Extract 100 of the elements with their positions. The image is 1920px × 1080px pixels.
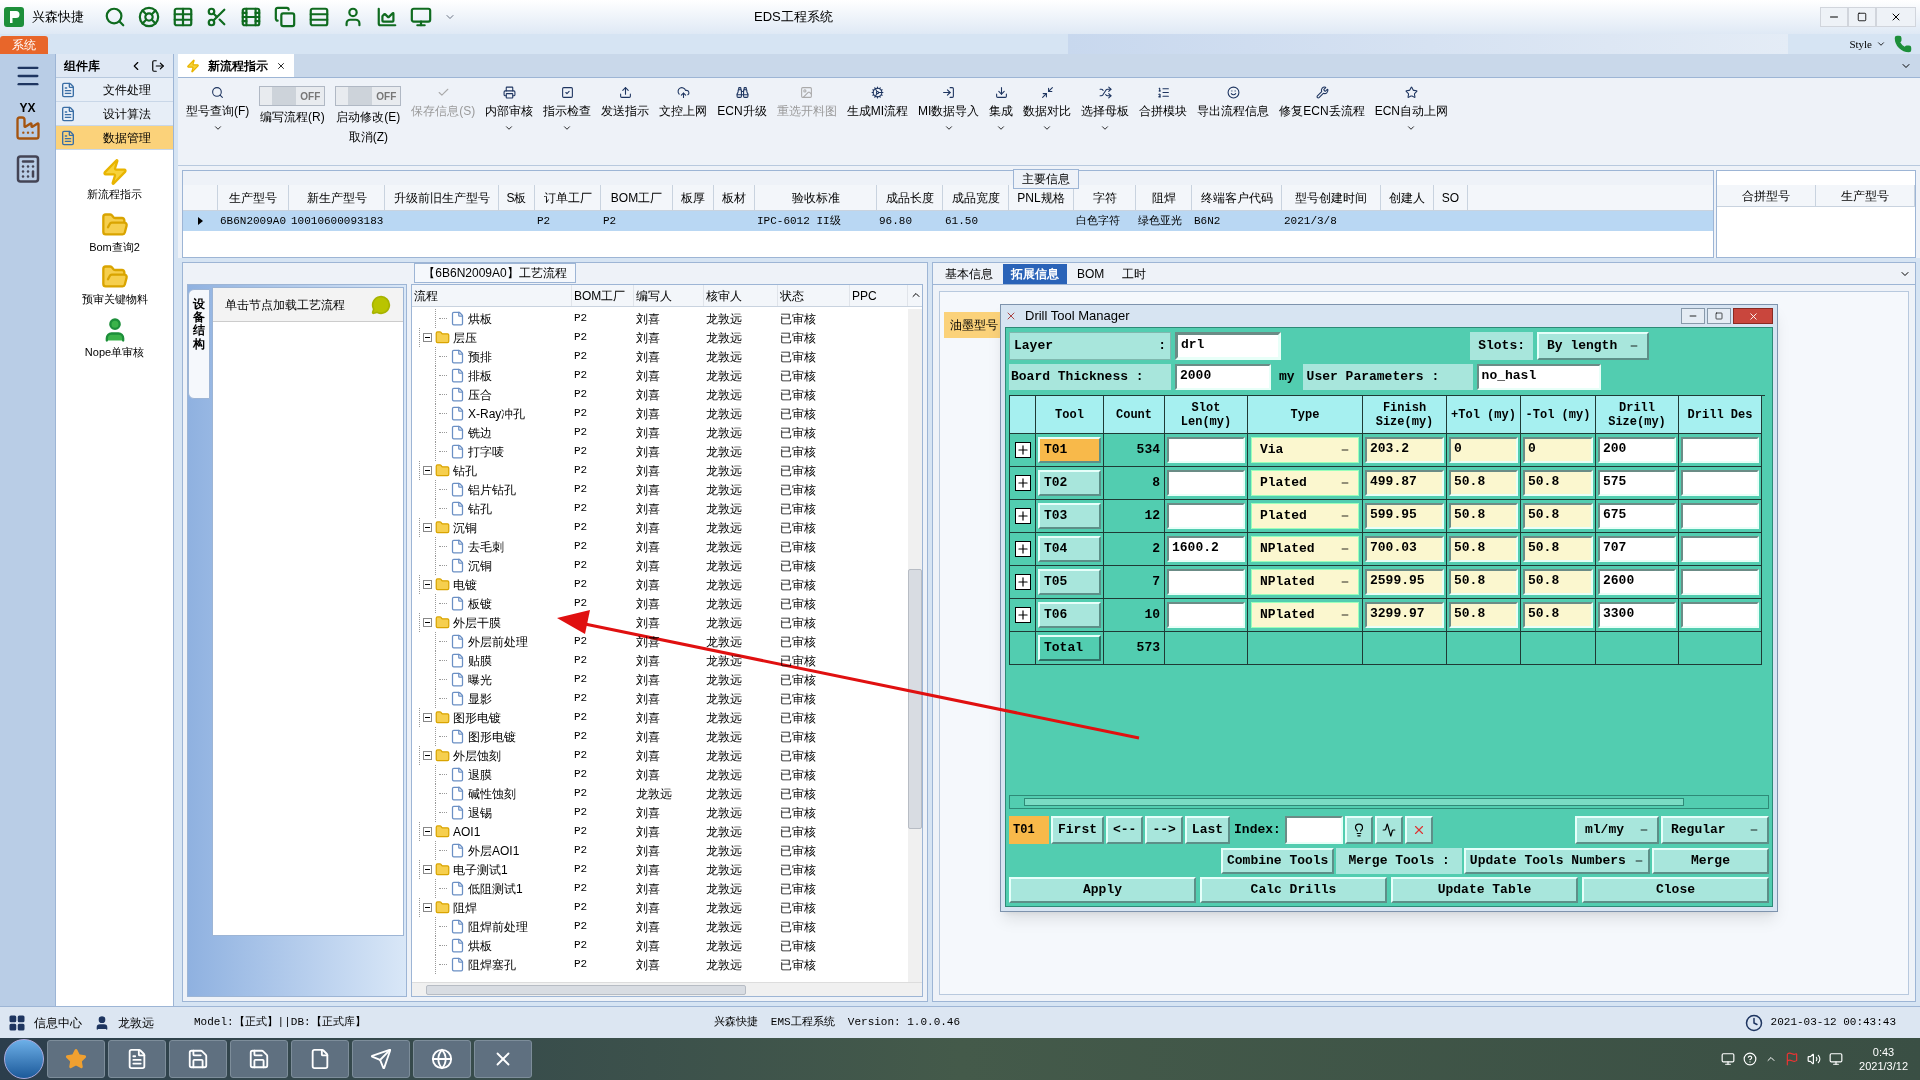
- collapse-icon[interactable]: [423, 827, 432, 836]
- collapse-icon[interactable]: [423, 713, 432, 722]
- column-header[interactable]: 编写人: [634, 285, 704, 306]
- units-dropdown[interactable]: ml/my: [1575, 816, 1659, 844]
- toggle-switch[interactable]: OFF: [259, 86, 326, 106]
- tree-item[interactable]: 电子测试1: [453, 860, 508, 879]
- tree-item[interactable]: 铝片钻孔: [468, 480, 516, 499]
- sidebar-item[interactable]: 设计算法: [56, 102, 173, 126]
- drill-size-field[interactable]: 575: [1598, 470, 1676, 496]
- tree-item[interactable]: 阻焊塞孔: [468, 955, 516, 974]
- column-header[interactable]: SO: [1434, 185, 1468, 210]
- expand-icon[interactable]: [1014, 541, 1031, 557]
- toolbar-button[interactable]: 集成: [989, 86, 1014, 133]
- index-field[interactable]: [1284, 816, 1343, 844]
- column-header[interactable]: 新生产型号: [289, 185, 385, 210]
- tree-item[interactable]: 钻孔: [453, 461, 477, 480]
- sidebar-item[interactable]: 文件处理: [56, 78, 173, 102]
- tree-item[interactable]: AOI1: [453, 822, 481, 841]
- slots-dropdown[interactable]: By length: [1537, 332, 1649, 360]
- expand-icon[interactable]: [1014, 508, 1031, 524]
- merge-button[interactable]: Merge: [1651, 848, 1769, 874]
- toolbar-button[interactable]: 数据对比: [1023, 86, 1072, 133]
- phone-icon[interactable]: [1894, 35, 1912, 53]
- style-menu[interactable]: Style: [1849, 35, 1886, 52]
- type-dropdown[interactable]: Plated: [1251, 470, 1359, 496]
- taskbar-app[interactable]: [230, 1040, 288, 1078]
- minimize-button[interactable]: [1820, 7, 1848, 27]
- type-dropdown[interactable]: NPlated: [1251, 536, 1359, 562]
- tree-item[interactable]: 曝光: [468, 670, 492, 689]
- tool-button[interactable]: T05: [1038, 569, 1101, 595]
- plus-tolerance-field[interactable]: 50.8: [1449, 536, 1518, 562]
- column-header[interactable]: 板厚: [673, 185, 714, 210]
- copy-icon[interactable]: [274, 6, 296, 28]
- tree-item[interactable]: 外层AOI1: [468, 841, 520, 860]
- column-header[interactable]: 流程: [412, 285, 572, 306]
- drill-size-field[interactable]: 707: [1598, 536, 1676, 562]
- tree-item[interactable]: 去毛刺: [468, 537, 504, 556]
- lightbulb-button[interactable]: [1344, 816, 1373, 844]
- tree-item[interactable]: 打字唛: [468, 442, 504, 461]
- type-dropdown[interactable]: NPlated: [1251, 602, 1359, 628]
- slot-length-field[interactable]: [1167, 503, 1245, 529]
- tool-button[interactable]: T01: [1038, 437, 1101, 463]
- table-row[interactable]: 6B6N2009A0 10010600093183 P2 P2 IPC-6012 II级 96.80 61.50 白色字符 绿色亚光 B6N2 2021/3/8: [183, 211, 1713, 231]
- tree-item[interactable]: 压合: [468, 385, 492, 404]
- finish-size-field[interactable]: 599.95: [1365, 503, 1444, 529]
- column-header[interactable]: 成品宽度: [943, 185, 1009, 210]
- navigation-button[interactable]: Last: [1184, 816, 1231, 844]
- navigation-button[interactable]: <--: [1106, 816, 1144, 844]
- column-header[interactable]: 阻焊: [1136, 185, 1192, 210]
- column-header[interactable]: 升级前旧生产型号: [385, 185, 499, 210]
- collapse-icon[interactable]: [423, 618, 432, 627]
- slot-length-field[interactable]: [1167, 569, 1245, 595]
- column-header[interactable]: 型号创建时间: [1282, 185, 1381, 210]
- action-button[interactable]: Close: [1582, 877, 1769, 903]
- slot-length-field[interactable]: 1600.2: [1167, 536, 1245, 562]
- plus-tolerance-field[interactable]: 0: [1449, 437, 1518, 463]
- column-header[interactable]: 字符: [1074, 185, 1136, 210]
- minus-tolerance-field[interactable]: 50.8: [1523, 470, 1593, 496]
- tree-item[interactable]: 阻焊: [453, 898, 477, 917]
- tab[interactable]: 工时: [1114, 264, 1155, 284]
- mode-dropdown[interactable]: Regular: [1661, 816, 1769, 844]
- drill-size-field[interactable]: 3300: [1598, 602, 1676, 628]
- action-button[interactable]: Update Table: [1391, 877, 1578, 903]
- tree-item[interactable]: 贴膜: [468, 651, 492, 670]
- drill-size-field[interactable]: 675: [1598, 503, 1676, 529]
- area-chart-icon[interactable]: [376, 6, 398, 28]
- column-header[interactable]: BOM工厂: [572, 285, 634, 306]
- expand-icon[interactable]: [1014, 574, 1031, 590]
- column-header[interactable]: 核审人: [704, 285, 778, 306]
- column-header[interactable]: PNL规格: [1009, 185, 1074, 210]
- collapse-icon[interactable]: [423, 865, 432, 874]
- help-icon[interactable]: [1743, 1052, 1758, 1066]
- scissors-icon[interactable]: [206, 6, 228, 28]
- tool-shortcut[interactable]: 预审关键物料: [56, 263, 173, 308]
- expand-icon[interactable]: [1014, 607, 1031, 623]
- tool-button[interactable]: T03: [1038, 503, 1101, 529]
- column-header[interactable]: 创建人: [1381, 185, 1434, 210]
- tree-item[interactable]: 层压: [453, 328, 477, 347]
- drill-description-field[interactable]: [1681, 569, 1759, 595]
- toolbar-button[interactable]: 发送指示: [601, 86, 650, 120]
- plus-tolerance-field[interactable]: 50.8: [1449, 602, 1518, 628]
- toolbar-button[interactable]: 选择母板: [1081, 86, 1130, 133]
- toolbar-button[interactable]: 合拼模块: [1139, 86, 1188, 120]
- column-header[interactable]: 板材: [714, 185, 755, 210]
- search-icon[interactable]: [104, 6, 126, 28]
- plus-tolerance-field[interactable]: 50.8: [1449, 569, 1518, 595]
- collapse-icon[interactable]: [423, 466, 432, 475]
- tool-button[interactable]: T02: [1038, 470, 1101, 496]
- slot-length-field[interactable]: [1167, 437, 1245, 463]
- collapse-icon[interactable]: [423, 523, 432, 532]
- finish-size-field[interactable]: 203.2: [1365, 437, 1444, 463]
- taskbar-app[interactable]: [169, 1040, 227, 1078]
- drill-description-field[interactable]: [1681, 536, 1759, 562]
- factory-icon[interactable]: [13, 114, 42, 142]
- toolbar-button[interactable]: 型号查询(F): [186, 86, 250, 133]
- taskbar-app[interactable]: [413, 1040, 471, 1078]
- dock-icon[interactable]: [151, 58, 165, 73]
- expand-icon[interactable]: [1014, 442, 1031, 458]
- tree-item[interactable]: X-Ray冲孔: [468, 404, 526, 423]
- column-header[interactable]: 成品长度: [877, 185, 943, 210]
